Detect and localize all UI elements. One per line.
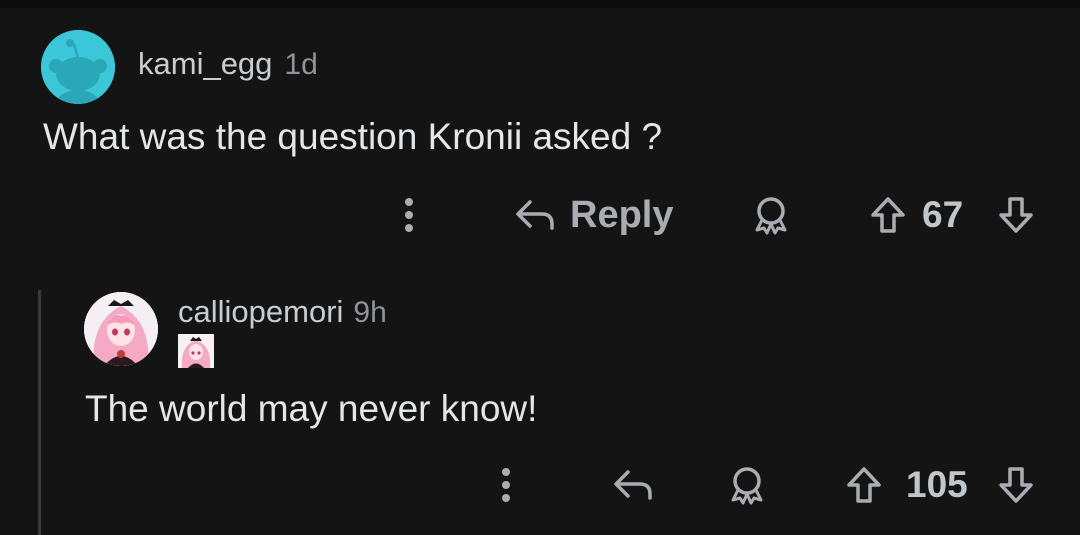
more-options-button[interactable] [489, 462, 523, 508]
comment-calliopemori: calliopemori 9h The world may never know… [0, 0, 1080, 535]
score-value: 105 [906, 464, 968, 505]
anime-girl-avatar-icon [84, 292, 158, 366]
vote-score: 105 [906, 462, 968, 508]
username[interactable]: calliopemori [178, 294, 343, 330]
comment-header: calliopemori 9h [178, 294, 387, 330]
comment-age: 9h [353, 296, 387, 329]
comment-body: The world may never know! [85, 388, 538, 429]
downvote-arrow-icon [999, 467, 1033, 503]
more-vertical-icon [502, 468, 510, 502]
upvote-arrow-icon [847, 467, 881, 503]
anime-girl-flair-icon [178, 334, 214, 368]
user-avatar[interactable] [84, 292, 158, 366]
award-button[interactable] [726, 462, 768, 508]
downvote-button[interactable] [994, 462, 1038, 508]
award-icon [731, 467, 763, 505]
user-flair [178, 334, 214, 368]
reply-button[interactable] [610, 462, 656, 508]
reply-arrow-icon [614, 470, 652, 500]
upvote-button[interactable] [842, 462, 886, 508]
